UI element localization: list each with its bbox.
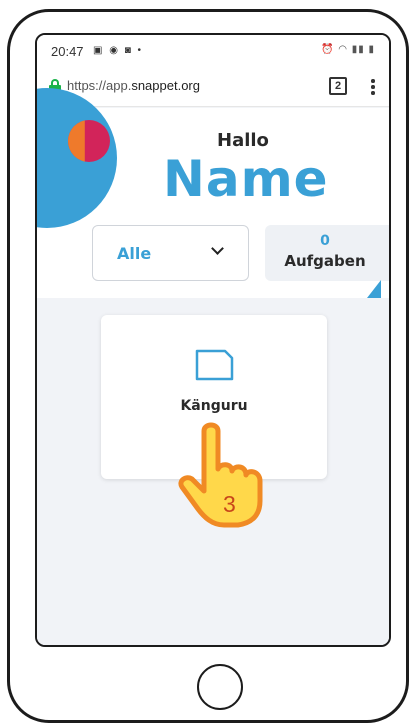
task-counter[interactable]: 0 Aufgaben	[265, 225, 389, 281]
chevron-down-icon	[211, 244, 225, 258]
decor-blue-triangle	[367, 280, 381, 298]
card-title: Känguru	[180, 398, 248, 414]
phone-screen: 20:47 ▣ ◉ ◙ • ⏰ ◠ ▮▮ ▮ https://app.snapp…	[35, 33, 391, 647]
task-count: 0	[320, 233, 330, 249]
url-text[interactable]: https://app.snappet.org	[67, 78, 200, 93]
app-header: Hallo Name Alle 0 Aufgaben	[37, 88, 389, 298]
home-button[interactable]	[197, 664, 243, 710]
user-name: Name	[163, 150, 329, 208]
tabs-count-button[interactable]: 2	[329, 77, 347, 95]
filter-select[interactable]: Alle	[92, 225, 249, 281]
greeting: Hallo	[217, 130, 269, 151]
system-status-icons: ⏰ ◠ ▮▮ ▮	[320, 44, 375, 55]
status-time: 20:47	[51, 44, 84, 59]
pointing-hand-icon: 3	[168, 417, 278, 529]
stage: 20:47 ▣ ◉ ◙ • ⏰ ◠ ▮▮ ▮ https://app.snapp…	[0, 0, 417, 728]
browser-url-bar[interactable]: https://app.snappet.org 2	[37, 67, 389, 107]
status-bar: 20:47 ▣ ◉ ◙ • ⏰ ◠ ▮▮ ▮	[37, 35, 389, 67]
filter-selected-value: Alle	[117, 244, 152, 263]
notification-icons: ▣ ◉ ◙ •	[93, 45, 144, 56]
more-options-icon[interactable]	[363, 77, 383, 97]
step-number: 3	[223, 491, 236, 517]
document-icon	[195, 349, 234, 381]
task-label: Aufgaben	[284, 252, 366, 270]
